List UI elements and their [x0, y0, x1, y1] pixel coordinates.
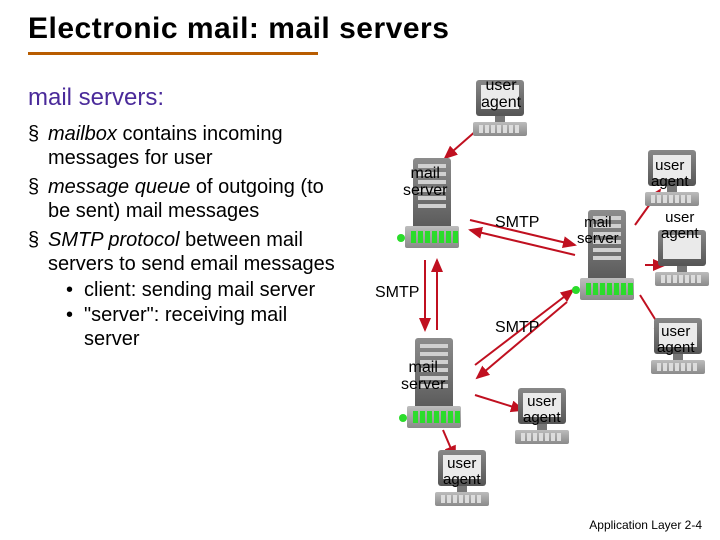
bullet-2: message queue of outgoing (to be sent) m… — [28, 175, 348, 224]
bullet-2-emph: message queue — [48, 176, 190, 198]
bullet-1-emph: mailbox — [48, 123, 117, 145]
label-user-agent-r3: user agent — [657, 324, 695, 356]
title-underline — [28, 52, 318, 55]
label-mail-server-bottom: mail server — [401, 360, 445, 394]
label-user-agent-b2: user agent — [443, 456, 481, 488]
page-title: Electronic mail: mail servers — [0, 0, 720, 50]
bullet-3: SMTP protocol between mail servers to se… — [28, 228, 348, 352]
bullet-3-sub1: client: sending mail server — [48, 278, 348, 302]
label-mail-server-1: mail server — [403, 166, 447, 200]
bullet-1: mailbox contains incoming messages for u… — [28, 122, 348, 171]
label-mail-server-right: mail server — [577, 215, 619, 247]
label-user-agent-top: user agent — [481, 78, 521, 112]
label-smtp-3: SMTP — [495, 320, 539, 337]
bullet-list: mailbox contains incoming messages for u… — [28, 122, 348, 356]
bullet-3-sub2: "server": receiving mail server — [48, 303, 348, 352]
label-user-agent-b1: user agent — [523, 394, 561, 426]
diagram: user agent mail server SMTP mail server … — [355, 80, 705, 490]
label-smtp-1: SMTP — [495, 215, 539, 232]
label-smtp-2: SMTP — [375, 285, 419, 302]
label-user-agent-r1: user agent — [651, 158, 689, 190]
footer: Application Layer 2-4 — [589, 518, 702, 532]
bullet-3-emph: SMTP protocol — [48, 229, 180, 251]
subheading: mail servers: — [28, 84, 164, 112]
label-user-agent-r2: user agent — [661, 210, 699, 242]
